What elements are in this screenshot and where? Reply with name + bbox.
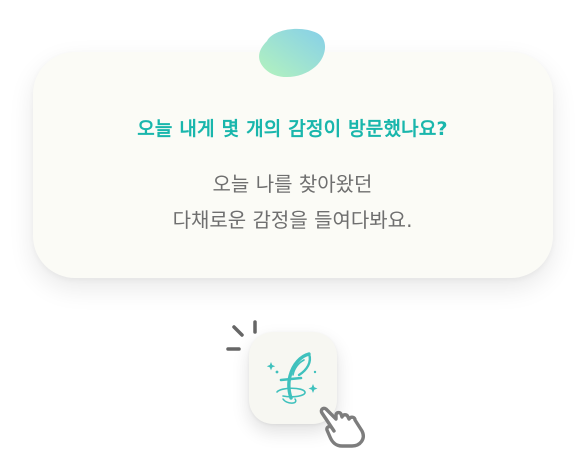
dialog-title: 오늘 내게 몇 개의 감정이 방문했나요? (137, 118, 448, 140)
dialog-card (33, 52, 553, 278)
dialog-body-line-2: 다채로운 감정을 들여다봐요. (172, 208, 413, 232)
dialog-body-line-1: 오늘 나를 찾아왔던 (212, 172, 373, 196)
pointing-hand-icon (319, 406, 365, 448)
gradient-blob-icon (259, 28, 326, 78)
